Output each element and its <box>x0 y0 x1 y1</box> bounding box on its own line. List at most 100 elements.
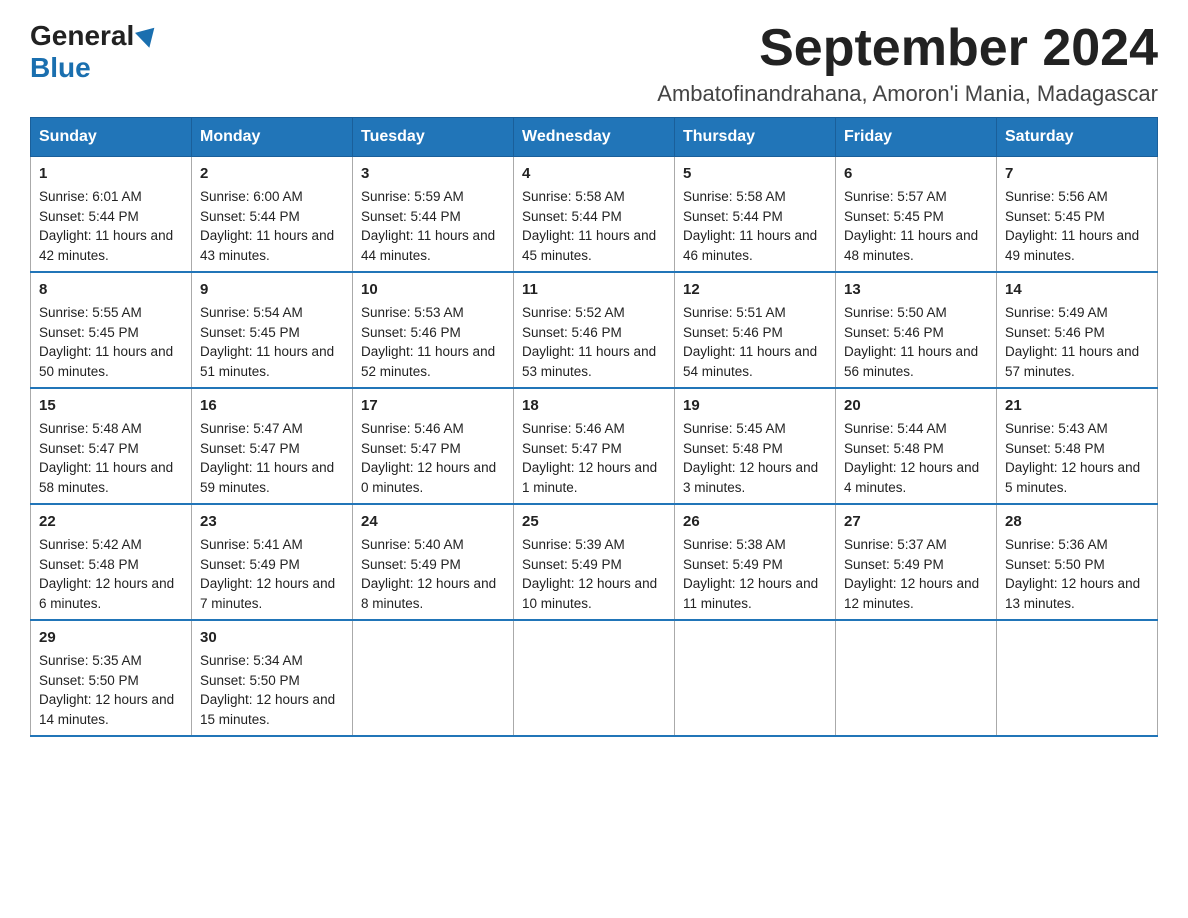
sunset-label: Sunset: 5:45 PM <box>1005 209 1105 224</box>
table-row: 25 Sunrise: 5:39 AM Sunset: 5:49 PM Dayl… <box>514 504 675 620</box>
sunrise-label: Sunrise: 5:38 AM <box>683 537 786 552</box>
day-number: 19 <box>683 395 827 417</box>
daylight-label: Daylight: 12 hours and 10 minutes. <box>522 576 657 611</box>
sunrise-label: Sunrise: 5:58 AM <box>683 189 786 204</box>
sunrise-label: Sunrise: 5:39 AM <box>522 537 625 552</box>
table-row: 8 Sunrise: 5:55 AM Sunset: 5:45 PM Dayli… <box>31 272 192 388</box>
daylight-label: Daylight: 12 hours and 15 minutes. <box>200 692 335 727</box>
day-number: 4 <box>522 163 666 185</box>
daylight-label: Daylight: 11 hours and 52 minutes. <box>361 344 495 379</box>
sunset-label: Sunset: 5:48 PM <box>844 441 944 456</box>
calendar-row: 15 Sunrise: 5:48 AM Sunset: 5:47 PM Dayl… <box>31 388 1158 504</box>
daylight-label: Daylight: 11 hours and 53 minutes. <box>522 344 656 379</box>
table-row: 7 Sunrise: 5:56 AM Sunset: 5:45 PM Dayli… <box>997 157 1158 273</box>
page-header: General Blue September 2024 Ambatofinand… <box>30 20 1158 107</box>
day-number: 14 <box>1005 279 1149 301</box>
header-sunday: Sunday <box>31 118 192 157</box>
table-row <box>997 620 1158 736</box>
sunrise-label: Sunrise: 5:54 AM <box>200 305 303 320</box>
day-number: 27 <box>844 511 988 533</box>
daylight-label: Daylight: 11 hours and 43 minutes. <box>200 228 334 263</box>
sunrise-label: Sunrise: 5:46 AM <box>522 421 625 436</box>
sunset-label: Sunset: 5:46 PM <box>1005 325 1105 340</box>
day-number: 2 <box>200 163 344 185</box>
daylight-label: Daylight: 11 hours and 45 minutes. <box>522 228 656 263</box>
sunrise-label: Sunrise: 6:00 AM <box>200 189 303 204</box>
sunset-label: Sunset: 5:47 PM <box>200 441 300 456</box>
day-number: 22 <box>39 511 183 533</box>
sunrise-label: Sunrise: 5:51 AM <box>683 305 786 320</box>
calendar-table: Sunday Monday Tuesday Wednesday Thursday… <box>30 117 1158 737</box>
sunset-label: Sunset: 5:49 PM <box>844 557 944 572</box>
calendar-row: 22 Sunrise: 5:42 AM Sunset: 5:48 PM Dayl… <box>31 504 1158 620</box>
table-row: 15 Sunrise: 5:48 AM Sunset: 5:47 PM Dayl… <box>31 388 192 504</box>
table-row: 26 Sunrise: 5:38 AM Sunset: 5:49 PM Dayl… <box>675 504 836 620</box>
sunset-label: Sunset: 5:48 PM <box>1005 441 1105 456</box>
sunset-label: Sunset: 5:45 PM <box>39 325 139 340</box>
sunset-label: Sunset: 5:49 PM <box>200 557 300 572</box>
logo-blue-text: Blue <box>30 52 91 84</box>
sunset-label: Sunset: 5:44 PM <box>200 209 300 224</box>
table-row: 18 Sunrise: 5:46 AM Sunset: 5:47 PM Dayl… <box>514 388 675 504</box>
day-number: 29 <box>39 627 183 649</box>
daylight-label: Daylight: 11 hours and 50 minutes. <box>39 344 173 379</box>
table-row: 28 Sunrise: 5:36 AM Sunset: 5:50 PM Dayl… <box>997 504 1158 620</box>
table-row: 17 Sunrise: 5:46 AM Sunset: 5:47 PM Dayl… <box>353 388 514 504</box>
table-row: 27 Sunrise: 5:37 AM Sunset: 5:49 PM Dayl… <box>836 504 997 620</box>
sunrise-label: Sunrise: 5:47 AM <box>200 421 303 436</box>
daylight-label: Daylight: 12 hours and 7 minutes. <box>200 576 335 611</box>
sunset-label: Sunset: 5:50 PM <box>39 673 139 688</box>
sunrise-label: Sunrise: 5:41 AM <box>200 537 303 552</box>
daylight-label: Daylight: 12 hours and 5 minutes. <box>1005 460 1140 495</box>
table-row: 29 Sunrise: 5:35 AM Sunset: 5:50 PM Dayl… <box>31 620 192 736</box>
daylight-label: Daylight: 11 hours and 58 minutes. <box>39 460 173 495</box>
calendar-row: 1 Sunrise: 6:01 AM Sunset: 5:44 PM Dayli… <box>31 157 1158 273</box>
day-number: 8 <box>39 279 183 301</box>
table-row <box>514 620 675 736</box>
table-row: 5 Sunrise: 5:58 AM Sunset: 5:44 PM Dayli… <box>675 157 836 273</box>
sunrise-label: Sunrise: 5:46 AM <box>361 421 464 436</box>
daylight-label: Daylight: 11 hours and 46 minutes. <box>683 228 817 263</box>
day-number: 10 <box>361 279 505 301</box>
sunrise-label: Sunrise: 5:55 AM <box>39 305 142 320</box>
header-saturday: Saturday <box>997 118 1158 157</box>
table-row: 10 Sunrise: 5:53 AM Sunset: 5:46 PM Dayl… <box>353 272 514 388</box>
daylight-label: Daylight: 12 hours and 0 minutes. <box>361 460 496 495</box>
table-row: 24 Sunrise: 5:40 AM Sunset: 5:49 PM Dayl… <box>353 504 514 620</box>
day-number: 15 <box>39 395 183 417</box>
sunset-label: Sunset: 5:46 PM <box>844 325 944 340</box>
header-tuesday: Tuesday <box>353 118 514 157</box>
table-row: 9 Sunrise: 5:54 AM Sunset: 5:45 PM Dayli… <box>192 272 353 388</box>
logo: General Blue <box>30 20 157 84</box>
daylight-label: Daylight: 12 hours and 6 minutes. <box>39 576 174 611</box>
sunrise-label: Sunrise: 5:57 AM <box>844 189 947 204</box>
sunrise-label: Sunrise: 5:48 AM <box>39 421 142 436</box>
sunrise-label: Sunrise: 5:44 AM <box>844 421 947 436</box>
sunrise-label: Sunrise: 5:50 AM <box>844 305 947 320</box>
sunrise-label: Sunrise: 5:36 AM <box>1005 537 1108 552</box>
table-row: 1 Sunrise: 6:01 AM Sunset: 5:44 PM Dayli… <box>31 157 192 273</box>
sunrise-label: Sunrise: 5:49 AM <box>1005 305 1108 320</box>
daylight-label: Daylight: 11 hours and 42 minutes. <box>39 228 173 263</box>
calendar-row: 8 Sunrise: 5:55 AM Sunset: 5:45 PM Dayli… <box>31 272 1158 388</box>
daylight-label: Daylight: 11 hours and 59 minutes. <box>200 460 334 495</box>
header-thursday: Thursday <box>675 118 836 157</box>
table-row: 3 Sunrise: 5:59 AM Sunset: 5:44 PM Dayli… <box>353 157 514 273</box>
calendar-header-row: Sunday Monday Tuesday Wednesday Thursday… <box>31 118 1158 157</box>
sunrise-label: Sunrise: 5:35 AM <box>39 653 142 668</box>
day-number: 16 <box>200 395 344 417</box>
day-number: 9 <box>200 279 344 301</box>
logo-general-text: General <box>30 20 134 52</box>
logo-blue-container <box>134 25 157 48</box>
sunset-label: Sunset: 5:48 PM <box>39 557 139 572</box>
day-number: 13 <box>844 279 988 301</box>
day-number: 23 <box>200 511 344 533</box>
day-number: 30 <box>200 627 344 649</box>
table-row: 19 Sunrise: 5:45 AM Sunset: 5:48 PM Dayl… <box>675 388 836 504</box>
table-row: 30 Sunrise: 5:34 AM Sunset: 5:50 PM Dayl… <box>192 620 353 736</box>
table-row <box>836 620 997 736</box>
day-number: 17 <box>361 395 505 417</box>
day-number: 25 <box>522 511 666 533</box>
table-row: 11 Sunrise: 5:52 AM Sunset: 5:46 PM Dayl… <box>514 272 675 388</box>
sunrise-label: Sunrise: 5:43 AM <box>1005 421 1108 436</box>
